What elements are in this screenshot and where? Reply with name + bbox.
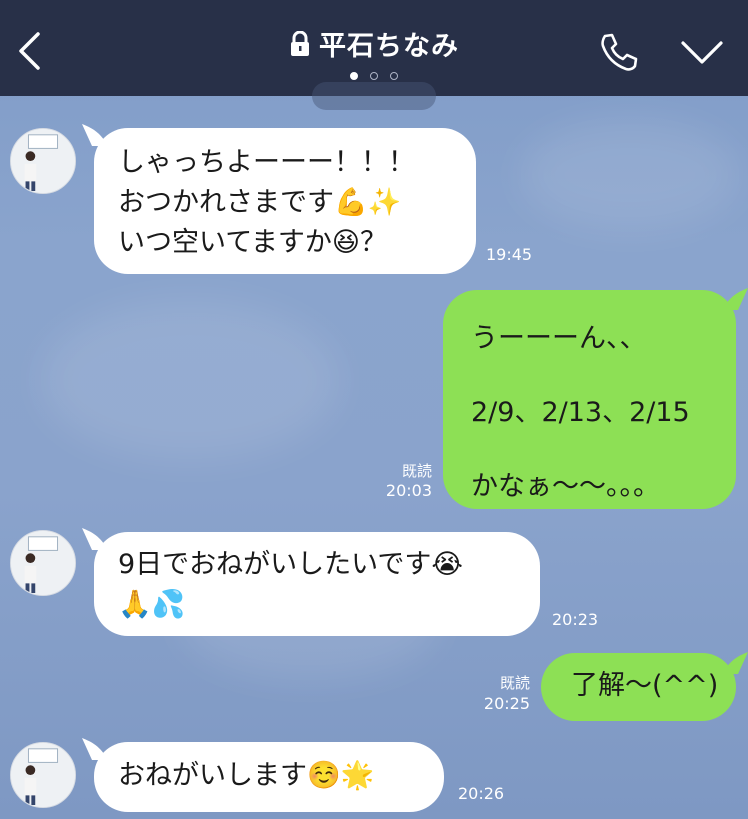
message-timestamp: 20:25: [483, 694, 530, 713]
avatar[interactable]: [10, 530, 76, 596]
background-cloud: [520, 120, 740, 230]
avatar-photo: [11, 129, 75, 193]
message-text-line: おつかれさまです💪✨: [118, 187, 402, 218]
message-timestamp: 19:45: [486, 245, 533, 264]
message-text-line: 🙏💦: [118, 589, 186, 620]
message-timestamp: 20:03: [385, 481, 432, 500]
chat-title[interactable]: 平石ちなみ: [319, 24, 459, 63]
message-text-line: しゃっちよーーー！！！: [118, 147, 415, 178]
read-receipt: 既読: [401, 462, 432, 480]
message-bubble-outgoing[interactable]: 了解〜(^^): [541, 653, 736, 721]
avatar[interactable]: [10, 742, 76, 808]
message-text-line: 2/9、2/13、2/15: [471, 397, 690, 428]
background-cloud: [40, 300, 340, 460]
message-text-line: 9日でおねがいしたいです😭: [118, 549, 463, 580]
page-indicator: [0, 72, 748, 80]
date-separator: [312, 82, 436, 110]
chevron-down-icon[interactable]: [680, 40, 724, 66]
message-text-line: うーーーん、、: [471, 323, 647, 354]
message-bubble-incoming[interactable]: 9日でおねがいしたいです😭 🙏💦: [94, 532, 540, 636]
message-timestamp: 20:26: [458, 784, 505, 803]
message-timestamp: 20:23: [552, 610, 599, 629]
page-indicator-dot: [390, 72, 398, 80]
message-text-line: かなぁ〜〜。。。: [471, 471, 660, 502]
avatar-photo: [11, 743, 75, 807]
avatar-photo: [11, 531, 75, 595]
page-indicator-dot: [350, 72, 358, 80]
read-receipt: 既読: [499, 674, 530, 692]
avatar[interactable]: [10, 128, 76, 194]
message-text-line: いつ空いてますか😆？: [118, 227, 387, 258]
lock-icon: [291, 30, 309, 56]
message-bubble-incoming[interactable]: おねがいします☺️🌟: [94, 742, 444, 812]
message-bubble-incoming[interactable]: しゃっちよーーー！！！ おつかれさまです💪✨ いつ空いてますか😆？: [94, 128, 476, 274]
message-text-line: 了解〜(^^): [571, 670, 719, 701]
message-text-line: おねがいします☺️🌟: [118, 760, 375, 791]
message-bubble-outgoing[interactable]: うーーーん、、 2/9、2/13、2/15 かなぁ〜〜。。。: [443, 290, 736, 509]
page-indicator-dot: [370, 72, 378, 80]
phone-icon[interactable]: [596, 30, 640, 74]
